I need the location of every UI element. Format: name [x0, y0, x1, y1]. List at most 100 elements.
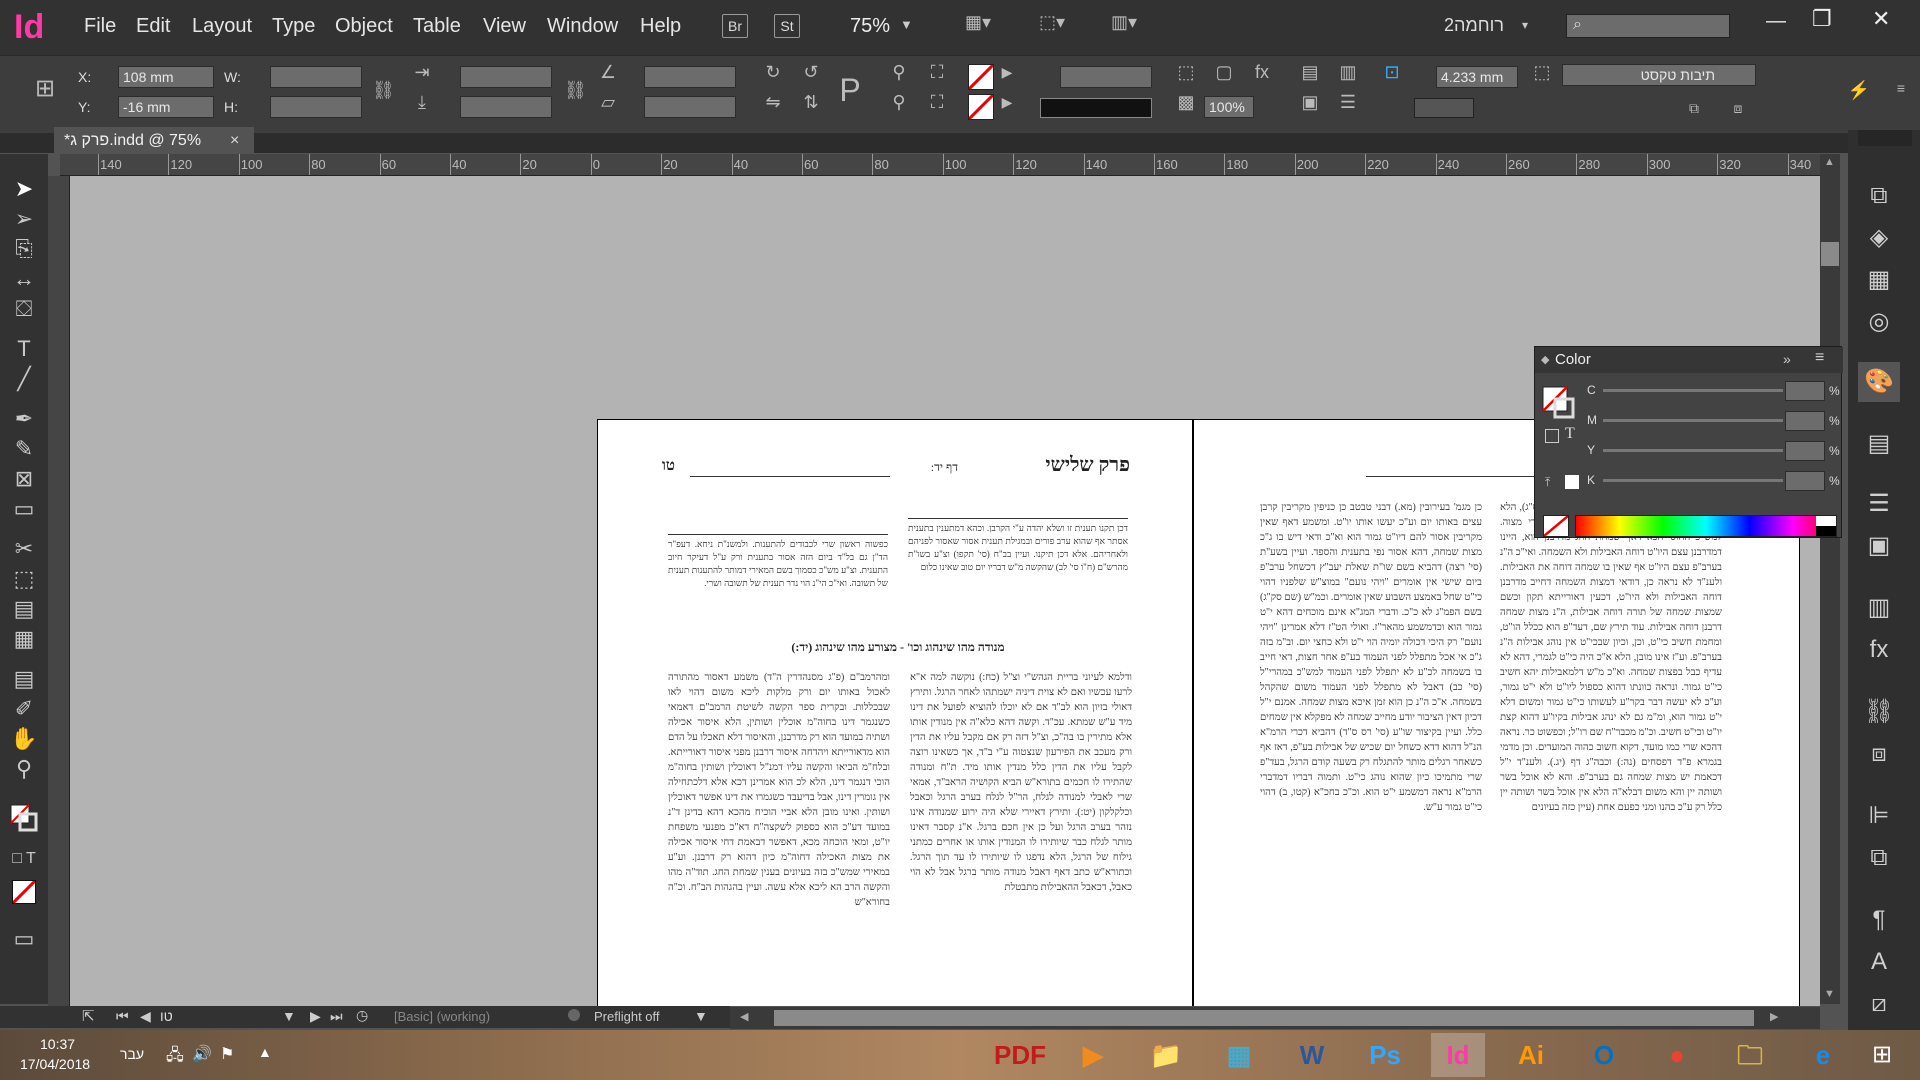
align-panel-icon[interactable]: ⊫: [1858, 796, 1900, 836]
pages-panel-icon[interactable]: ⧉: [1858, 176, 1900, 216]
next-page-icon[interactable]: ▶: [310, 1008, 321, 1025]
line-tool-icon[interactable]: ╱: [0, 364, 48, 394]
menu-view[interactable]: View: [483, 15, 526, 38]
fill-menu-icon[interactable]: ▶: [998, 64, 1016, 81]
stroke-menu-icon[interactable]: ▶: [998, 94, 1016, 111]
indesign-app-icon[interactable]: Id: [1431, 1033, 1485, 1077]
selection-tool-icon[interactable]: ➤: [0, 174, 48, 204]
document-tab[interactable]: *פרק ג.indd @ 75% ×: [54, 127, 254, 154]
horizontal-scrollbar[interactable]: ◀ ▶: [730, 1007, 1820, 1029]
vertical-scrollbar[interactable]: ▲ ▼: [1820, 154, 1840, 1004]
flip-vertical-icon[interactable]: ⇅: [796, 92, 826, 113]
stock-button[interactable]: St: [774, 14, 800, 38]
preflight-menu-icon[interactable]: ▼: [694, 1008, 708, 1024]
zoom-tool-icon[interactable]: ⚲: [0, 754, 48, 784]
swatches-panel-icon[interactable]: ▤: [1858, 424, 1900, 464]
rectangle-frame-tool-icon[interactable]: ⊠: [0, 464, 48, 494]
text-wrap-icon[interactable]: ▤: [1296, 62, 1324, 83]
black-slider[interactable]: [1603, 479, 1783, 482]
corner-shape-select[interactable]: [1414, 98, 1474, 118]
screen-mode-tool-icon[interactable]: ▭: [0, 924, 48, 954]
none-color-swatch[interactable]: [1543, 515, 1569, 537]
open-in-bridge-icon[interactable]: ⇱: [82, 1007, 95, 1025]
constrain-proportions-icon[interactable]: ⛓: [372, 80, 395, 101]
paragraph-styles-icon[interactable]: ¶: [1858, 900, 1900, 940]
hyperlinks-panel-icon[interactable]: ⛓: [1858, 692, 1900, 732]
clear-overrides-icon[interactable]: ⧈: [1724, 100, 1752, 117]
workspace-dropdown-icon[interactable]: ▾: [1522, 18, 1528, 32]
container-icon[interactable]: [1545, 429, 1559, 443]
zoom-dropdown-icon[interactable]: ▼: [900, 17, 913, 32]
search-input[interactable]: ⌕: [1566, 14, 1730, 38]
menu-type[interactable]: Type: [272, 15, 315, 38]
style-options-icon[interactable]: ⧉: [1680, 100, 1708, 117]
scale-y-field[interactable]: [460, 96, 552, 118]
text-wrap-4-icon[interactable]: ☰: [1334, 92, 1362, 113]
direct-selection-tool-icon[interactable]: ➢: [0, 204, 48, 234]
menu-file[interactable]: File: [84, 15, 116, 38]
select-next-icon[interactable]: ⛶: [922, 92, 952, 113]
clock-time[interactable]: 10:37: [40, 1036, 75, 1052]
cc-libraries-icon[interactable]: ◎: [1858, 302, 1900, 342]
type-tool-icon[interactable]: T: [0, 334, 48, 364]
black-field[interactable]: [1785, 471, 1825, 491]
panel-menu-icon[interactable]: ≡: [1815, 349, 1824, 367]
outlook-app-icon[interactable]: O: [1577, 1033, 1631, 1077]
gradient-feather-tool-icon[interactable]: ▦: [0, 624, 48, 654]
stroke-panel-icon[interactable]: ☰: [1858, 484, 1900, 524]
text-wrap-panel-icon[interactable]: ▥: [1858, 588, 1900, 628]
object-styles-icon[interactable]: ⧄: [1858, 984, 1900, 1024]
fill-stroke-proxy[interactable]: [1541, 385, 1575, 421]
magenta-slider[interactable]: [1603, 419, 1783, 422]
text-icon[interactable]: T: [1565, 425, 1575, 443]
minimize-button[interactable]: —: [1766, 10, 1786, 33]
yellow-slider[interactable]: [1603, 449, 1783, 452]
gap-tool-icon[interactable]: ↔: [0, 264, 48, 294]
pathfinder-panel-icon[interactable]: ⧉: [1858, 838, 1900, 878]
close-button[interactable]: ✕: [1872, 6, 1890, 32]
horizontal-scroll-thumb[interactable]: [774, 1010, 1754, 1026]
illustrator-app-icon[interactable]: Ai: [1504, 1033, 1558, 1077]
scroll-down-icon[interactable]: ▼: [1824, 988, 1835, 1000]
character-styles-icon[interactable]: A: [1858, 942, 1900, 982]
input-language[interactable]: עבר: [120, 1046, 144, 1062]
note-tool-icon[interactable]: ▤: [0, 664, 48, 694]
cross-references-icon[interactable]: ⧈: [1858, 734, 1900, 774]
restore-button[interactable]: ❐: [1812, 6, 1832, 32]
gradient-swatch-tool-icon[interactable]: ▤: [0, 594, 48, 624]
action-center-flag-icon[interactable]: ⚑: [220, 1044, 234, 1064]
clock-date[interactable]: 17/04/2018: [20, 1056, 90, 1072]
y-field[interactable]: -16 mm: [118, 96, 214, 118]
drop-shadow-icon[interactable]: ▢: [1210, 62, 1238, 83]
quick-apply-icon[interactable]: ⚡: [1846, 80, 1872, 101]
word-app-icon[interactable]: W: [1285, 1033, 1339, 1077]
menu-table[interactable]: Table: [413, 15, 461, 38]
opacity-field[interactable]: 100%: [1204, 96, 1254, 118]
stroke-weight-field[interactable]: [1060, 66, 1152, 88]
scale-x-field[interactable]: [460, 66, 552, 88]
h-field[interactable]: [270, 96, 362, 118]
frame-fit-icon[interactable]: ⊡: [1378, 62, 1406, 83]
workspace-switcher[interactable]: רוחמה2: [1444, 15, 1504, 36]
zoom-level[interactable]: 75%: [850, 15, 890, 38]
text-wrap-2-icon[interactable]: ▥: [1334, 62, 1362, 83]
start-windows-icon[interactable]: ⊞: [1872, 1040, 1892, 1069]
apply-none-icon[interactable]: [11, 879, 37, 905]
x-field[interactable]: 108 mm: [118, 66, 214, 88]
page-tool-icon[interactable]: ⎘: [0, 234, 48, 264]
gradient-panel-icon[interactable]: ▣: [1858, 526, 1900, 566]
expand-panel-icon[interactable]: »: [1783, 351, 1791, 367]
color-panel-icon[interactable]: 🎨: [1858, 362, 1900, 402]
menu-window[interactable]: Window: [547, 15, 618, 38]
sticky-notes-app-icon[interactable]: 📁: [1139, 1033, 1193, 1077]
calculator-app-icon[interactable]: ▦: [1212, 1033, 1266, 1077]
view-options-icon[interactable]: ▦▾: [956, 12, 1000, 33]
scroll-up-icon[interactable]: ▲: [1824, 156, 1835, 168]
last-page-icon[interactable]: ⏭: [330, 1008, 343, 1025]
control-menu-icon[interactable]: ≡: [1888, 80, 1914, 96]
stroke-type-select[interactable]: [1040, 98, 1152, 118]
volume-icon[interactable]: 🔊: [192, 1044, 212, 1064]
preflight-label[interactable]: Preflight off: [594, 1009, 660, 1024]
select-content-icon[interactable]: ⛶: [922, 62, 952, 83]
cyan-slider[interactable]: [1603, 389, 1783, 392]
